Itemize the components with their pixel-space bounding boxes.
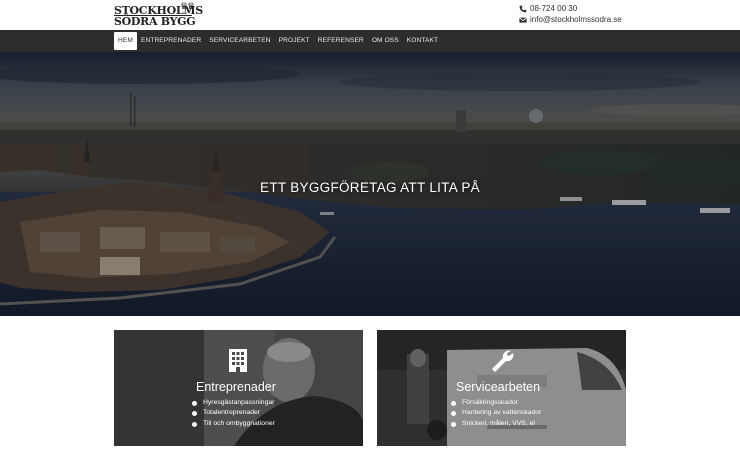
wrench-icon [489,348,515,379]
phone-number: 08-724 00 30 [530,4,578,13]
bullet-icon [192,400,197,406]
bullet-icon [451,411,456,417]
card-title: Entreprenader [196,380,276,394]
hero-title: ETT BYGGFÖRETAG ATT LITA PÅ [260,180,480,195]
nav-item-referenser[interactable]: REFERENSER [314,30,368,52]
phone-row[interactable]: 08-724 00 30 [519,3,622,14]
list-item: Snickeri, måleri, VVS, el [451,419,541,429]
bullet-icon [192,421,197,427]
card-entreprenader[interactable]: Entreprenader Hyresgästanpassningar Tota… [114,330,363,446]
email-row[interactable]: info@stockholmssodra.se [519,14,622,25]
list-item: Till och ombyggnationer [192,419,275,429]
card-servicearbeten[interactable]: Servicearbeten Försäkringsskador Hanteri… [377,330,626,446]
nav-item-servicearbeten[interactable]: SERVICEARBETEN [205,30,274,52]
contact-info: 08-724 00 30 info@stockholmssodra.se [519,3,622,25]
card-list: Försäkringsskador Hantering av vattenska… [451,398,541,429]
nav-item-kontakt[interactable]: KONTAKT [403,30,442,52]
nav-item-projekt[interactable]: PROJEKT [275,30,314,52]
site-header: ♛♛ STOCKHOLMS SÖDRA BYGG 08-724 00 30 in… [0,0,740,30]
nav-item-hem[interactable]: HEM [114,32,137,50]
card-title: Servicearbeten [456,380,541,394]
bullet-icon [192,411,197,417]
building-icon [228,348,248,377]
list-item: Hyresgästanpassningar [192,398,275,408]
nav-item-om-oss[interactable]: OM OSS [368,30,403,52]
list-item: Hantering av vattenskador [451,408,541,418]
bullet-icon [451,400,456,406]
phone-icon [519,5,527,13]
bullet-icon [451,421,456,427]
main-navigation: HEM ENTREPRENADER SERVICEARBETEN PROJEKT… [0,30,740,52]
list-item: Totalentreprenader [192,408,275,418]
logo-line-2: SÖDRA BYGG [114,15,196,28]
envelope-icon [519,16,527,24]
email-address: info@stockholmssodra.se [530,15,622,24]
hero-banner: ETT BYGGFÖRETAG ATT LITA PÅ [0,52,740,316]
list-item: Försäkringsskador [451,398,541,408]
site-logo[interactable]: ♛♛ STOCKHOLMS SÖDRA BYGG [114,2,203,28]
card-list: Hyresgästanpassningar Totalentreprenader… [192,398,275,429]
nav-item-entreprenader[interactable]: ENTREPRENADER [137,30,205,52]
